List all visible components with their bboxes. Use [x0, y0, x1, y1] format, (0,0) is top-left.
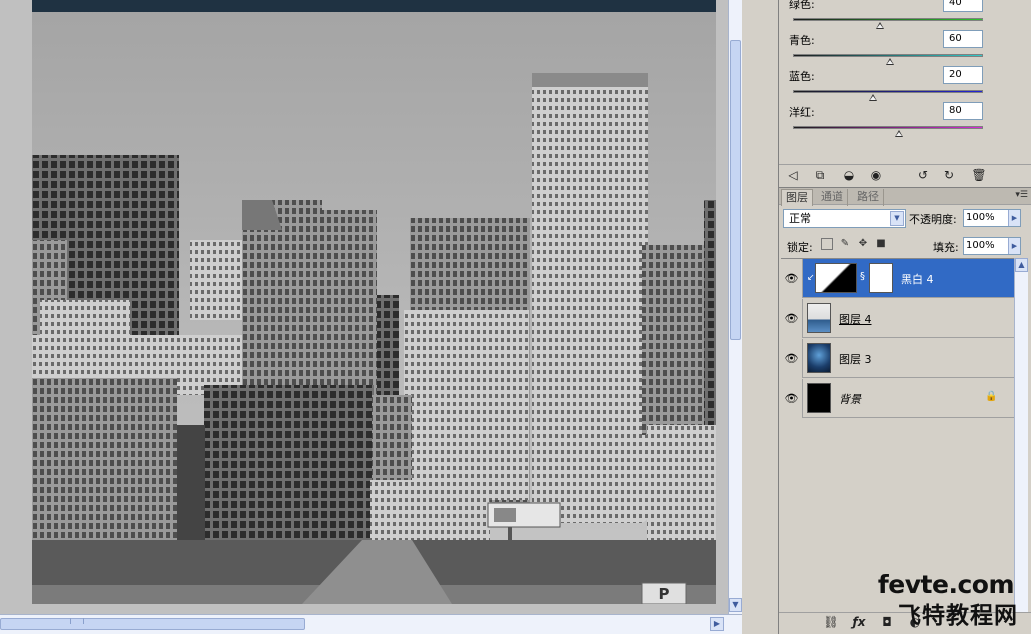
photoshop-window: P ▼ ▶ 绿色: 40 青色: 60 蓝色: 20 洋红: 80 ◁ ⧉ ◒ … [0, 0, 1031, 634]
layer-name[interactable]: 黑白 4 [901, 271, 934, 287]
fx-icon[interactable]: ƒx [851, 615, 867, 630]
visibility-eye-icon[interactable]: ◉ [868, 168, 884, 183]
scroll-up-arrow-icon[interactable]: ▲ [1015, 258, 1028, 272]
lock-move-icon[interactable]: ✥ [857, 238, 869, 250]
slider-cyan: 青色: 60 [789, 30, 1019, 66]
layer-name[interactable]: 图层 4 [839, 311, 872, 327]
scroll-grip-icon [70, 618, 84, 624]
blend-mode-value: 正常 [789, 212, 811, 225]
link-icon: ↙ [807, 273, 815, 283]
slider-thumb-icon[interactable] [876, 22, 885, 29]
opacity-input[interactable]: 100% ▶ [963, 209, 1021, 227]
reset-icon[interactable]: ↻ [941, 168, 957, 183]
layers-list: 👁 ↙ § 黑白 4 👁 图层 4 👁 图层 3 👁 背景 🔒 [781, 258, 1014, 612]
document-image[interactable]: P [32, 0, 716, 604]
slider-track[interactable] [793, 90, 983, 93]
slider-value-input[interactable]: 20 [943, 66, 983, 84]
panel-menu-icon[interactable]: ▾☰ [1015, 190, 1028, 200]
layers-vertical-scrollbar[interactable]: ▲ [1014, 258, 1028, 612]
layer-name[interactable]: 背景 [839, 391, 861, 407]
cityscape-photo: P [32, 0, 716, 604]
fill-input[interactable]: 100% ▶ [963, 237, 1021, 255]
adjustment-layer-icon [815, 263, 857, 293]
tab-layers[interactable]: 图层 [781, 189, 813, 206]
adjustments-toolbar: ◁ ⧉ ◒ ◉ ↺ ↻ 🗑 [779, 164, 1031, 186]
lock-transparent-icon[interactable] [821, 238, 833, 250]
slider-track[interactable] [793, 18, 983, 21]
chevron-right-icon[interactable]: ▶ [1008, 238, 1020, 254]
slider-track[interactable] [793, 54, 983, 57]
slider-label: 洋红: [789, 106, 815, 119]
slider-label: 绿色: [789, 0, 815, 11]
mask-link-icon: § [860, 271, 865, 282]
back-arrow-icon[interactable]: ◁ [785, 168, 801, 183]
slider-blue: 蓝色: 20 [789, 66, 1019, 102]
fill-value: 100% [966, 240, 995, 251]
billboard-text: P [659, 585, 670, 603]
slider-magenta: 洋红: 80 [789, 102, 1019, 138]
layer-thumbnail [807, 343, 831, 373]
layers-bottom-toolbar: ⛓ ƒx ◘ ◐ [779, 612, 1031, 634]
lock-brush-icon[interactable]: ✎ [839, 238, 851, 250]
layer-row[interactable]: 👁 背景 🔒 [781, 379, 1014, 418]
scroll-down-arrow-icon[interactable]: ▼ [729, 598, 742, 612]
new-adjustment-icon[interactable]: ◐ [907, 615, 923, 630]
layer-row[interactable]: 👁 ↙ § 黑白 4 [781, 259, 1014, 298]
layer-thumbnail [807, 383, 831, 413]
layer-thumbnail [807, 303, 831, 333]
slider-track[interactable] [793, 126, 983, 129]
fill-label: 填充: [933, 241, 959, 254]
slider-value-input[interactable]: 40 [943, 0, 983, 12]
layer-row[interactable]: 👁 图层 3 [781, 339, 1014, 378]
eye-icon[interactable]: 👁 [781, 299, 803, 338]
slider-thumb-icon[interactable] [895, 130, 904, 137]
scroll-right-arrow-icon[interactable]: ▶ [710, 617, 724, 631]
slider-value-input[interactable]: 60 [943, 30, 983, 48]
clip-to-layer-icon[interactable]: ◒ [841, 168, 857, 183]
link-layers-icon[interactable]: ⛓ [823, 615, 839, 630]
canvas-hscroll-thumb[interactable] [0, 618, 305, 630]
canvas-area: P [0, 0, 728, 614]
layer-row[interactable]: 👁 图层 4 [781, 299, 1014, 338]
tab-channels[interactable]: 通道 [817, 189, 848, 206]
layer-name[interactable]: 图层 3 [839, 351, 872, 367]
eye-icon[interactable]: 👁 [781, 259, 803, 298]
blend-mode-select[interactable]: 正常 ▼ [783, 209, 906, 228]
slider-thumb-icon[interactable] [868, 94, 877, 101]
chevron-right-icon[interactable]: ▶ [1008, 210, 1020, 226]
opacity-label: 不透明度: [909, 213, 957, 226]
slider-value-input[interactable]: 80 [943, 102, 983, 120]
layer-mask-thumbnail[interactable] [869, 263, 893, 293]
layers-panel-tabs: 图层 通道 路径 ▾☰ [779, 187, 1031, 206]
lock-all-icon[interactable]: ■ [875, 238, 887, 250]
view-previous-icon[interactable]: ↺ [915, 168, 931, 183]
canvas-vertical-scrollbar[interactable]: ▼ [728, 0, 742, 614]
lock-label: 锁定: [787, 241, 813, 254]
opacity-value: 100% [966, 212, 995, 223]
expand-view-icon[interactable]: ⧉ [812, 168, 828, 183]
eye-icon[interactable]: 👁 [781, 339, 803, 378]
tab-paths[interactable]: 路径 [853, 189, 884, 206]
slider-label: 蓝色: [789, 70, 815, 83]
trash-icon[interactable]: 🗑 [971, 168, 987, 183]
canvas-horizontal-scrollbar[interactable]: ▶ [0, 614, 742, 634]
lock-icon: 🔒 [985, 391, 998, 402]
slider-thumb-icon[interactable] [885, 58, 894, 65]
chevron-down-icon[interactable]: ▼ [890, 211, 904, 226]
right-panels: 绿色: 40 青色: 60 蓝色: 20 洋红: 80 ◁ ⧉ ◒ ◉ ↺ ↻ … [778, 0, 1031, 634]
eye-icon[interactable]: 👁 [781, 379, 803, 418]
slider-label: 青色: [789, 34, 815, 47]
add-mask-icon[interactable]: ◘ [879, 615, 895, 630]
slider-green: 绿色: 40 [789, 0, 1019, 30]
canvas-vscroll-thumb[interactable] [730, 40, 741, 340]
